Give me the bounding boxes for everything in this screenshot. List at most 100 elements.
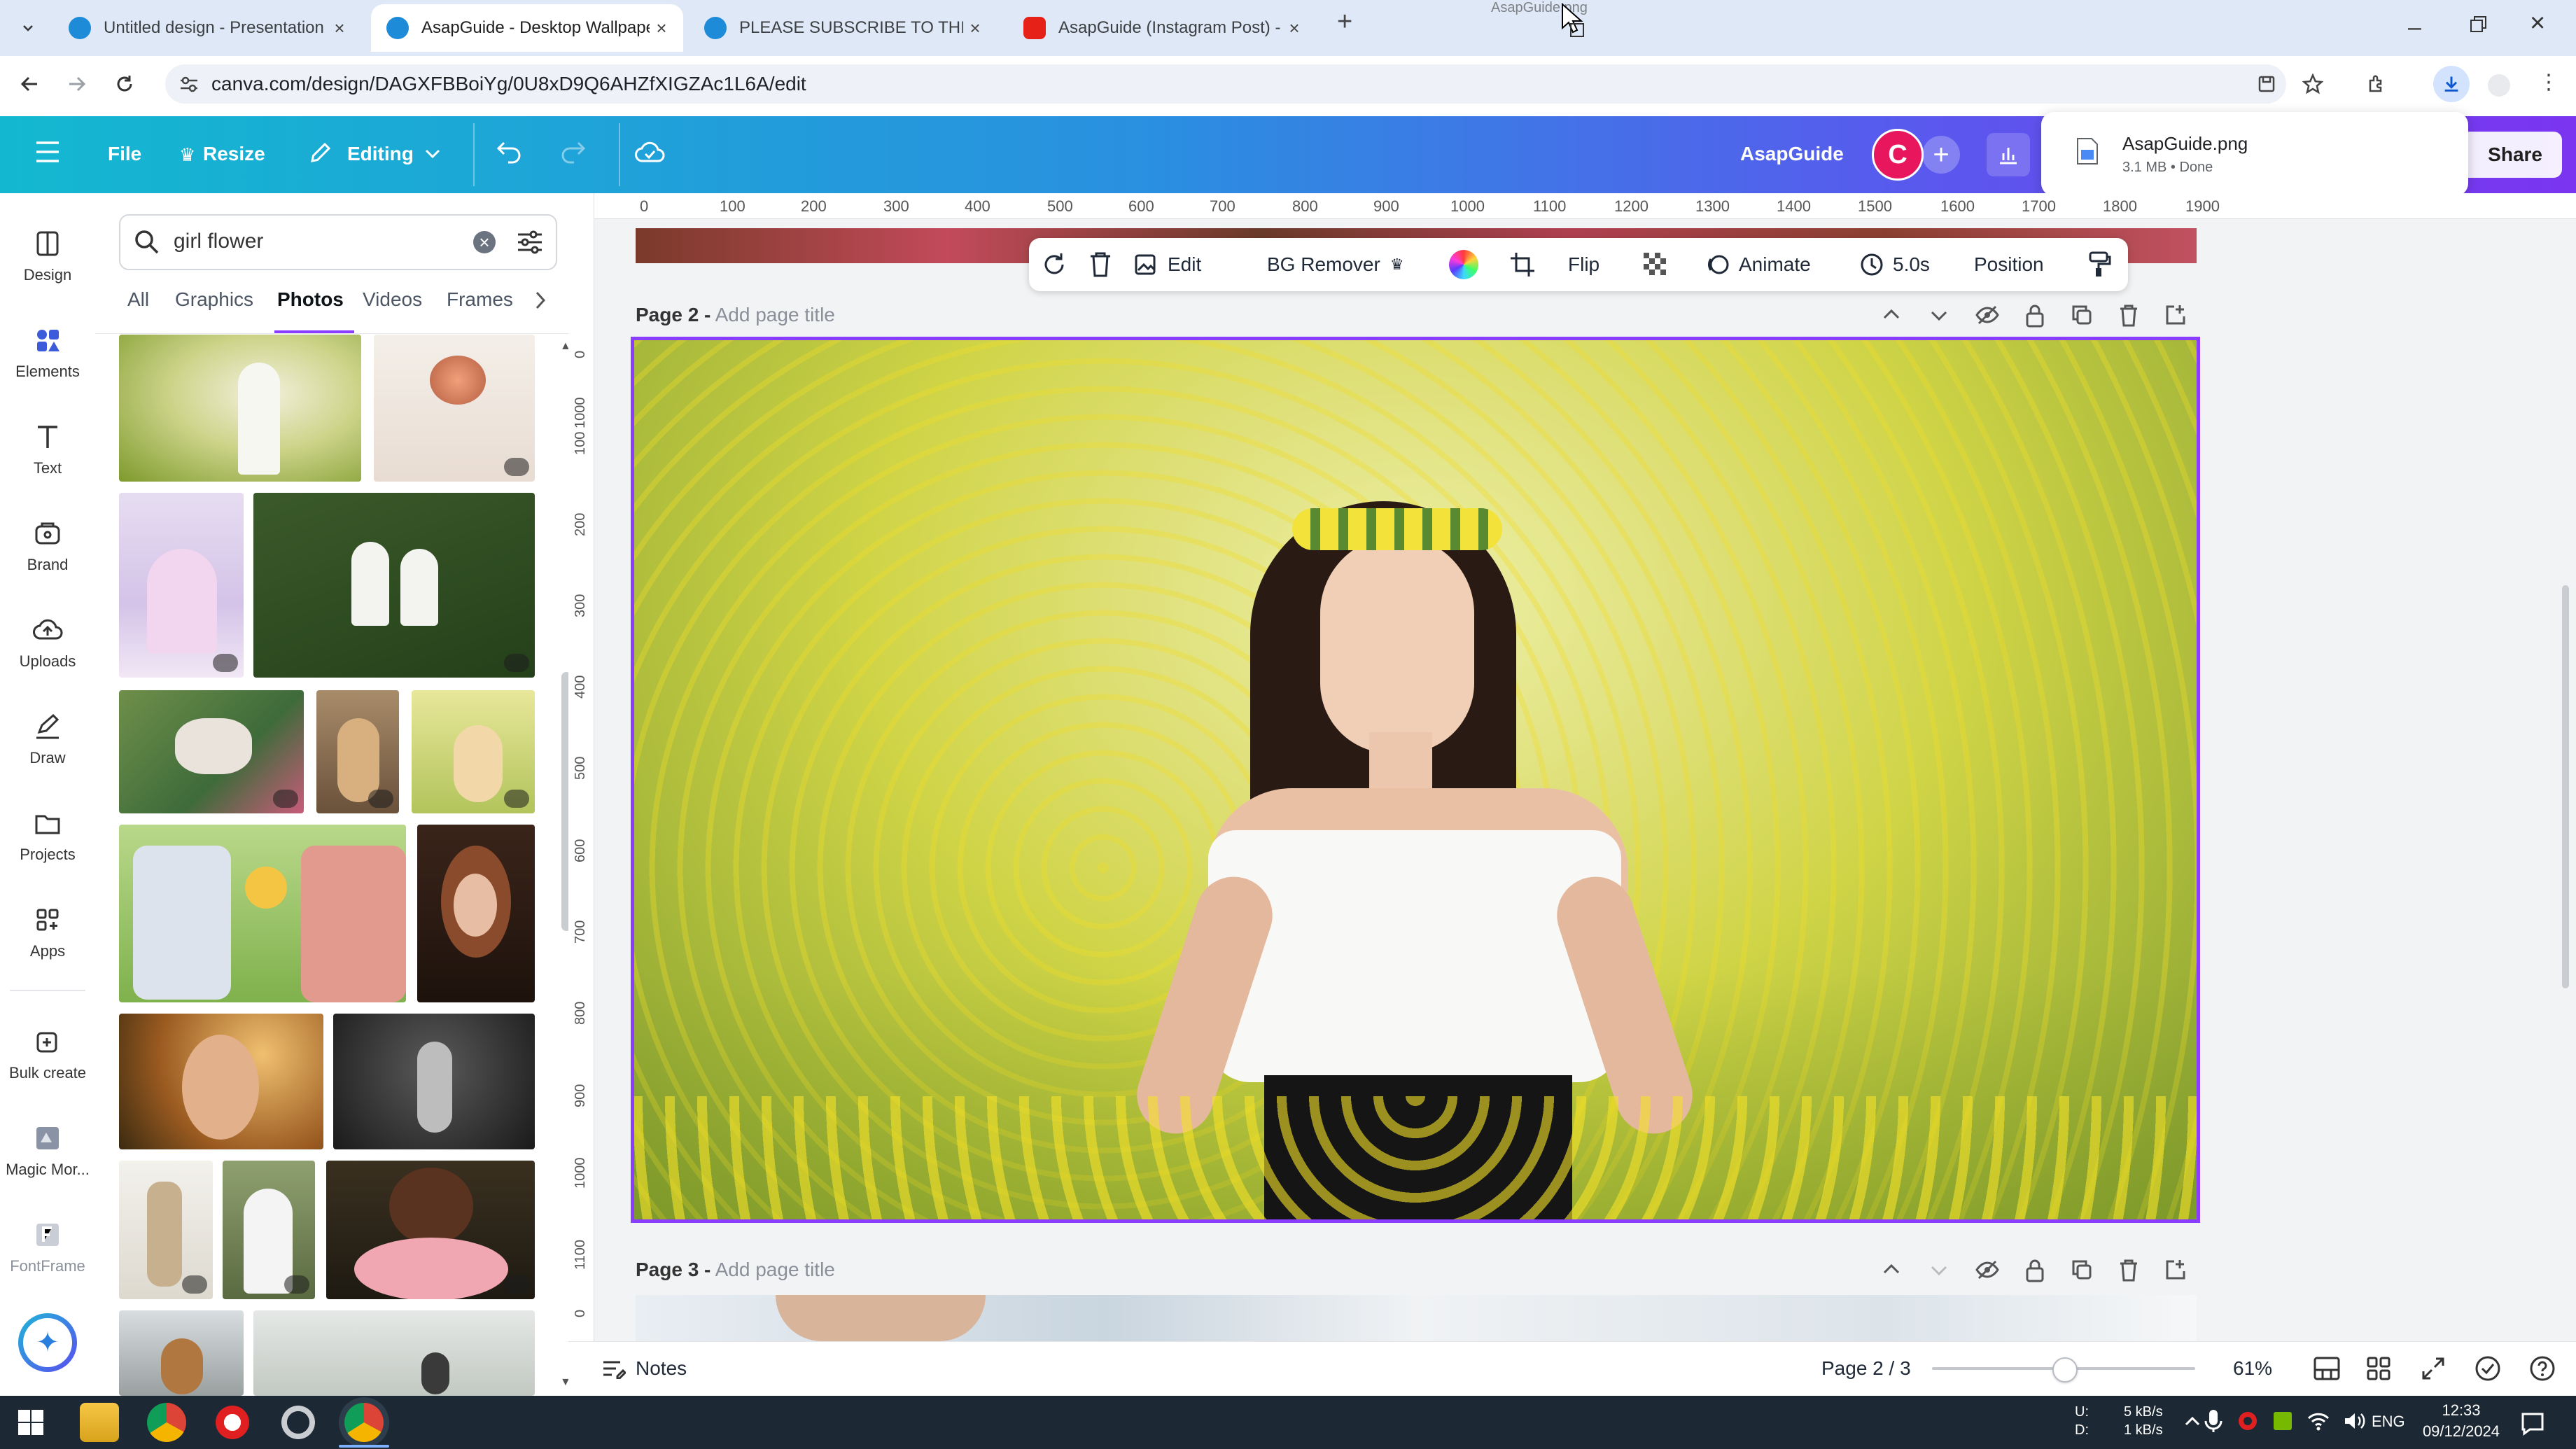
- notes-button[interactable]: Notes: [602, 1357, 687, 1380]
- hamburger-menu-icon[interactable]: [35, 140, 60, 164]
- browser-menu-icon[interactable]: ⋮: [2538, 70, 2559, 94]
- page-title-placeholder[interactable]: Add page title: [715, 304, 835, 326]
- windows-start-icon[interactable]: [17, 1408, 45, 1436]
- hide-page-eye-icon[interactable]: [1975, 304, 1999, 326]
- photo-thumbnail[interactable]: [119, 825, 406, 1002]
- window-restore-button[interactable]: [2470, 15, 2488, 34]
- add-collaborator-button[interactable]: +: [1922, 136, 1960, 174]
- photo-thumbnail[interactable]: [119, 335, 361, 482]
- chrome-active-icon[interactable]: [344, 1403, 384, 1442]
- site-info-icon[interactable]: [179, 74, 199, 94]
- browser-tab[interactable]: AsapGuide (Instagram Post) - Y ×: [1008, 4, 1316, 52]
- tab-videos[interactable]: Videos: [363, 288, 422, 311]
- downloads-icon[interactable]: [2433, 66, 2470, 102]
- close-tab-icon[interactable]: ×: [650, 16, 673, 40]
- close-tab-icon[interactable]: ×: [328, 16, 351, 40]
- rail-item-brand[interactable]: Brand: [0, 510, 95, 594]
- photo-thumbnail[interactable]: [119, 690, 304, 813]
- url-text[interactable]: canva.com/design/DAGXFBBoiYg/0U8xD9Q6AHZ…: [211, 73, 806, 95]
- download-popup[interactable]: AsapGuide.png 3.1 MB • Done: [2041, 112, 2468, 196]
- browser-tab[interactable]: Untitled design - Presentation ×: [53, 4, 361, 52]
- rail-item-fontframe[interactable]: FontFrame: [0, 1211, 95, 1295]
- animate-button[interactable]: Animate: [1705, 238, 1831, 291]
- transparency-icon[interactable]: [1642, 238, 1669, 291]
- magic-assistant-button[interactable]: ✦: [18, 1313, 77, 1372]
- back-arrow-icon[interactable]: [13, 67, 46, 101]
- photo-thumbnail[interactable]: [374, 335, 535, 482]
- fullscreen-icon[interactable]: [2421, 1356, 2446, 1381]
- profile-avatar[interactable]: [2488, 74, 2510, 97]
- photo-thumbnail[interactable]: [417, 825, 535, 1002]
- clear-search-icon[interactable]: ×: [473, 231, 496, 253]
- user-avatar[interactable]: C: [1872, 129, 1924, 181]
- page-3-title[interactable]: Page 3 - Add page title: [636, 1259, 835, 1281]
- editing-mode-dropdown[interactable]: Editing: [347, 143, 414, 165]
- new-tab-button[interactable]: +: [1337, 7, 1352, 37]
- photo-thumbnail[interactable]: [119, 1310, 244, 1396]
- browser-tab[interactable]: PLEASE SUBSCRIBE TO THIS CH ×: [689, 4, 997, 52]
- duplicate-page-icon[interactable]: [2071, 1259, 2093, 1281]
- crop-icon[interactable]: [1509, 238, 1536, 291]
- window-minimize-button[interactable]: –: [2408, 14, 2421, 41]
- page-3-preview[interactable]: [636, 1295, 2197, 1341]
- photo-thumbnail[interactable]: [316, 690, 399, 813]
- duration-button[interactable]: 5.0s: [1859, 238, 1943, 291]
- photo-thumbnail[interactable]: [119, 1161, 213, 1299]
- bg-remover-button[interactable]: BG Remover ♛: [1267, 238, 1428, 291]
- clock[interactable]: 12:33 09/12/2024: [2419, 1400, 2503, 1442]
- chevron-down-icon[interactable]: [1928, 304, 1950, 326]
- photo-thumbnail[interactable]: [119, 1014, 323, 1149]
- file-menu[interactable]: File: [108, 143, 141, 165]
- window-close-button[interactable]: ×: [2530, 8, 2545, 38]
- chevron-up-icon[interactable]: [1880, 1259, 1903, 1281]
- flip-button[interactable]: Flip: [1568, 238, 1600, 291]
- help-icon[interactable]: [2528, 1354, 2556, 1382]
- rail-item-text[interactable]: Text: [0, 413, 95, 497]
- microphone-icon[interactable]: [2204, 1408, 2223, 1434]
- color-wheel-icon[interactable]: [1449, 238, 1478, 291]
- photo-thumbnail[interactable]: [119, 493, 244, 678]
- chevron-up-icon[interactable]: [1880, 304, 1903, 326]
- rail-item-magic-morph[interactable]: Magic Mor...: [0, 1114, 95, 1198]
- delete-page-icon[interactable]: [2118, 1259, 2139, 1282]
- file-explorer-icon[interactable]: [80, 1403, 119, 1442]
- add-page-icon[interactable]: [2164, 304, 2187, 326]
- rail-item-uploads[interactable]: Uploads: [0, 606, 95, 690]
- rail-item-projects[interactable]: Projects: [0, 799, 95, 883]
- save-page-icon[interactable]: [2250, 67, 2283, 101]
- url-omnibox[interactable]: canva.com/design/DAGXFBBoiYg/0U8xD9Q6AHZ…: [165, 64, 2286, 104]
- zoom-percent[interactable]: 61%: [2233, 1357, 2272, 1380]
- obs-tray-icon[interactable]: [2237, 1410, 2258, 1432]
- grid-view-icon[interactable]: [2366, 1356, 2391, 1381]
- rail-item-design[interactable]: Design: [0, 220, 95, 304]
- filter-sliders-icon[interactable]: [517, 230, 543, 255]
- redo-icon[interactable]: [559, 140, 587, 165]
- page-indicator[interactable]: Page 2 / 3: [1821, 1357, 1911, 1380]
- close-tab-icon[interactable]: ×: [963, 16, 987, 40]
- tab-photos[interactable]: Photos: [277, 288, 344, 311]
- check-circle-icon[interactable]: [2474, 1354, 2502, 1382]
- nvidia-tray-icon[interactable]: [2272, 1410, 2293, 1432]
- tab-all[interactable]: All: [127, 288, 149, 311]
- forward-arrow-icon[interactable]: [60, 67, 94, 101]
- search-box[interactable]: girl flower ×: [119, 214, 557, 270]
- add-page-icon[interactable]: [2164, 1259, 2187, 1281]
- obs-record-icon[interactable]: [213, 1403, 252, 1442]
- tabs-scroll-right-icon[interactable]: [533, 290, 547, 311]
- browser-tab-active[interactable]: AsapGuide - Desktop Wallpaper ×: [371, 4, 683, 52]
- tab-search-dropdown-icon[interactable]: [11, 11, 45, 45]
- search-input[interactable]: girl flower: [174, 230, 263, 253]
- lock-icon[interactable]: [2024, 304, 2045, 328]
- edit-image-button[interactable]: Edit: [1134, 238, 1246, 291]
- tray-overflow-chevron-icon[interactable]: [2184, 1414, 2201, 1428]
- duplicate-page-icon[interactable]: [2071, 304, 2093, 326]
- wifi-icon[interactable]: [2307, 1411, 2330, 1431]
- chevron-down-icon[interactable]: [424, 148, 441, 160]
- resize-button[interactable]: Resize: [203, 143, 265, 165]
- zoom-slider-handle[interactable]: [2052, 1357, 2078, 1382]
- delete-page-icon[interactable]: [2118, 304, 2139, 328]
- copy-style-paint-roller-icon[interactable]: [2087, 238, 2113, 291]
- language-indicator[interactable]: ENG: [2372, 1413, 2405, 1431]
- insights-chart-icon[interactable]: [1987, 133, 2030, 176]
- photo-thumbnail[interactable]: [253, 493, 535, 678]
